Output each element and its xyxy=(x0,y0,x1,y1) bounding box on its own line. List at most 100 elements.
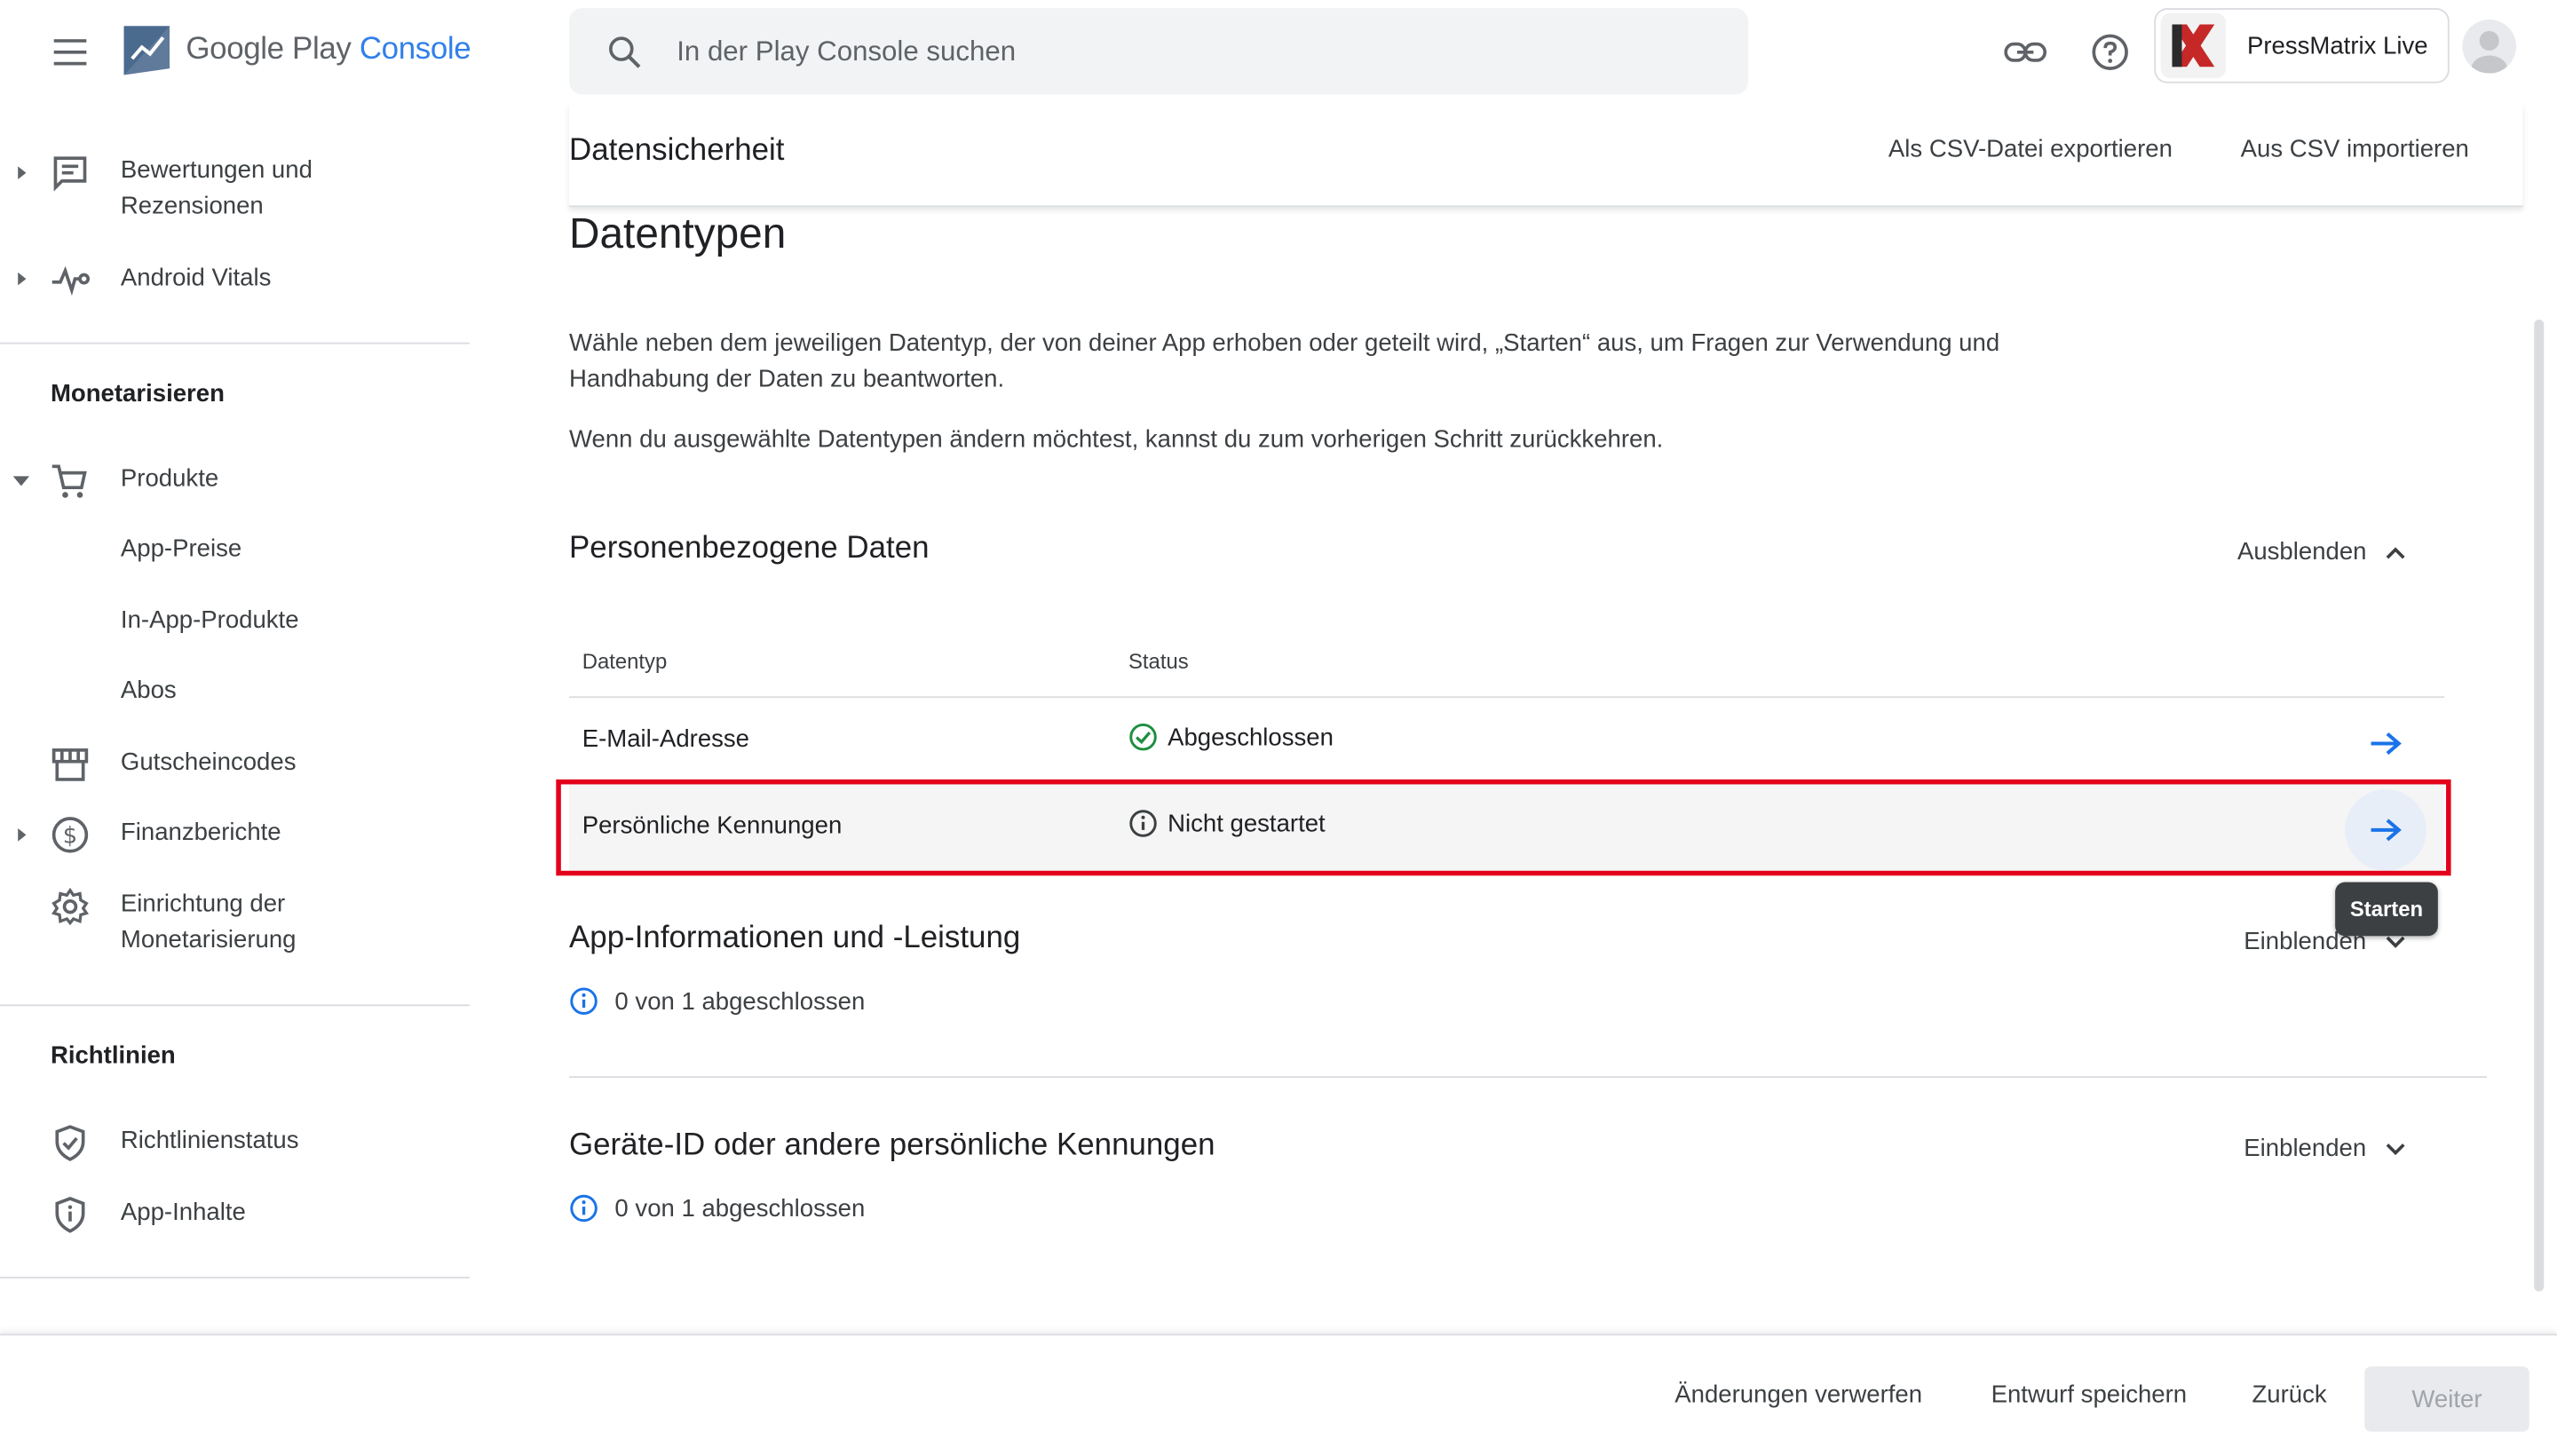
table-row[interactable]: Persönliche Kennungen Nicht gestartet xyxy=(569,784,2445,871)
sidebar-item-in-app-products[interactable]: In-App-Produkte xyxy=(121,604,299,639)
caret-down-icon[interactable] xyxy=(12,473,30,489)
table-row[interactable]: E-Mail-Adresse Abgeschlossen xyxy=(569,698,2445,785)
check-circle-icon xyxy=(1129,723,1157,751)
cart-icon xyxy=(51,464,87,498)
next-button[interactable]: Weiter xyxy=(2364,1366,2529,1432)
sidebar-item-label: Einrichtung der Monetarisierung xyxy=(121,887,297,959)
toggle-label: Einblenden xyxy=(2244,1135,2367,1163)
category-title-personal-data: Personenbezogene Daten xyxy=(569,531,930,566)
collapse-toggle[interactable]: Ausblenden xyxy=(2237,538,2409,566)
sidebar-label-line2: Monetarisierung xyxy=(120,926,297,954)
search-bar[interactable] xyxy=(569,8,1748,95)
toggle-label: Ausblenden xyxy=(2236,538,2367,566)
sidebar-item-products[interactable]: Produkte xyxy=(0,462,470,501)
account-name: PressMatrix Live xyxy=(2246,31,2428,60)
table-header: Datentyp Status xyxy=(569,643,2445,699)
discard-changes-button[interactable]: Änderungen verwerfen xyxy=(1674,1381,1922,1409)
section-divider xyxy=(569,1076,2487,1079)
svg-text:$: $ xyxy=(63,823,77,850)
sidebar-item-label: App-Inhalte xyxy=(120,1198,246,1227)
gear-icon xyxy=(51,887,89,926)
avatar[interactable] xyxy=(2462,20,2517,74)
help-icon[interactable] xyxy=(2084,26,2136,78)
arrow-right-icon xyxy=(2371,819,2402,842)
link-icon[interactable] xyxy=(1999,26,2052,78)
sidebar-item-android-vitals[interactable]: Android Vitals xyxy=(0,261,470,300)
section-heading: Datentypen xyxy=(569,209,787,258)
logo-text-console: Console xyxy=(359,32,471,67)
sidebar-label-line2: Rezensionen xyxy=(120,192,264,220)
progress-label: 0 von 1 abgeschlossen xyxy=(614,987,866,1016)
sidebar-divider xyxy=(0,1004,470,1007)
column-header-type: Datentyp xyxy=(582,649,668,674)
sidebar-item-app-prices[interactable]: App-Preise xyxy=(121,532,241,567)
progress-label: 0 von 1 abgeschlossen xyxy=(614,1194,866,1223)
progress-text: 0 von 1 abgeschlossen xyxy=(569,1193,865,1223)
caret-right-icon[interactable] xyxy=(13,165,29,181)
sidebar-item-label: Android Vitals xyxy=(120,264,272,292)
sidebar-divider xyxy=(0,1277,470,1278)
sidebar-label-line1: Bewertungen und xyxy=(120,156,313,185)
play-console-logo-icon xyxy=(123,26,170,75)
status-badge: Nicht gestartet xyxy=(1128,809,1326,838)
dollar-icon: $ xyxy=(51,817,89,853)
status-label: Nicht gestartet xyxy=(1168,809,1326,838)
category-title-device-id: Geräte-ID oder andere persönliche Kennun… xyxy=(569,1128,1215,1163)
page-title: Datensicherheit xyxy=(569,133,785,169)
progress-text: 0 von 1 abgeschlossen xyxy=(569,986,865,1016)
status-badge: Abgeschlossen xyxy=(1128,723,1334,752)
export-csv-button[interactable]: Als CSV-Datei exportieren xyxy=(1888,135,2173,162)
menu-icon[interactable] xyxy=(43,23,101,82)
info-icon xyxy=(1129,810,1157,837)
chevron-down-icon xyxy=(2386,1143,2405,1155)
vitals-icon xyxy=(51,265,91,297)
sidebar-item-monetization-setup[interactable]: Einrichtung der Monetarisierung xyxy=(0,887,470,961)
sidebar-item-label: Finanzberichte xyxy=(120,819,281,847)
sidebar-item-app-content[interactable]: App-Inhalte xyxy=(0,1195,470,1234)
sidebar-label-line1: Einrichtung der xyxy=(120,890,286,919)
expand-toggle[interactable]: Einblenden xyxy=(2244,1135,2409,1163)
search-icon[interactable] xyxy=(605,32,644,71)
save-draft-button[interactable]: Entwurf speichern xyxy=(1991,1381,2188,1409)
shield-info-icon xyxy=(55,1197,85,1233)
chevron-up-icon xyxy=(2387,546,2406,558)
store-icon xyxy=(51,748,89,781)
back-button[interactable]: Zurück xyxy=(2252,1381,2326,1409)
data-type-name: E-Mail-Adresse xyxy=(582,725,750,754)
category-title-app-info: App-Informationen und -Leistung xyxy=(569,921,1021,956)
column-header-status: Status xyxy=(1128,649,1189,674)
search-input[interactable] xyxy=(677,35,1656,68)
sidebar: Bewertungen und Rezensionen Android Vital… xyxy=(0,105,470,1344)
footer-bar: Änderungen verwerfen Entwurf speichern Z… xyxy=(0,1333,2557,1456)
tooltip: Starten xyxy=(2335,882,2438,937)
sidebar-item-label: Gutscheincodes xyxy=(120,748,297,777)
sidebar-item-label: Richtlinienstatus xyxy=(120,1127,299,1155)
sidebar-item-reviews[interactable]: Bewertungen und Rezensionen xyxy=(0,154,470,228)
app-logo-icon xyxy=(2160,12,2227,79)
sidebar-section-policy: Richtlinien xyxy=(50,1041,176,1070)
shield-check-icon xyxy=(55,1125,85,1161)
reviews-icon xyxy=(53,156,87,192)
sidebar-section-monetize: Monetarisieren xyxy=(50,379,225,408)
sidebar-item-coupons[interactable]: Gutscheincodes xyxy=(0,745,470,784)
info-icon xyxy=(570,1194,598,1223)
scrollbar[interactable] xyxy=(2534,319,2545,1292)
sidebar-item-finance-reports[interactable]: $ Finanzberichte xyxy=(0,815,470,854)
sidebar-divider xyxy=(0,342,470,344)
page-header: Datensicherheit Als CSV-Datei exportiere… xyxy=(569,104,2523,208)
top-bar: Google Play Console PressMatrix Live xyxy=(0,0,2557,105)
start-arrow-button[interactable] xyxy=(2345,703,2426,785)
sidebar-item-subscriptions[interactable]: Abos xyxy=(121,674,177,709)
play-console-page: Google Play Console PressMatrix Live Bew… xyxy=(0,0,2557,1456)
status-label: Abgeschlossen xyxy=(1168,723,1334,751)
start-arrow-button[interactable] xyxy=(2345,788,2427,871)
play-console-logo[interactable]: Google Play Console xyxy=(121,23,471,78)
instructions-note: Wenn du ausgewählte Datentypen ändern mö… xyxy=(569,425,1664,454)
sidebar-item-policy-status[interactable]: Richtlinienstatus xyxy=(0,1123,470,1162)
account-switcher[interactable]: PressMatrix Live xyxy=(2154,8,2450,83)
sidebar-item-label: Produkte xyxy=(120,464,219,493)
import-csv-button[interactable]: Aus CSV importieren xyxy=(2241,135,2469,162)
caret-right-icon[interactable] xyxy=(13,271,29,287)
caret-right-icon[interactable] xyxy=(13,827,29,843)
arrow-right-icon xyxy=(2371,732,2402,756)
